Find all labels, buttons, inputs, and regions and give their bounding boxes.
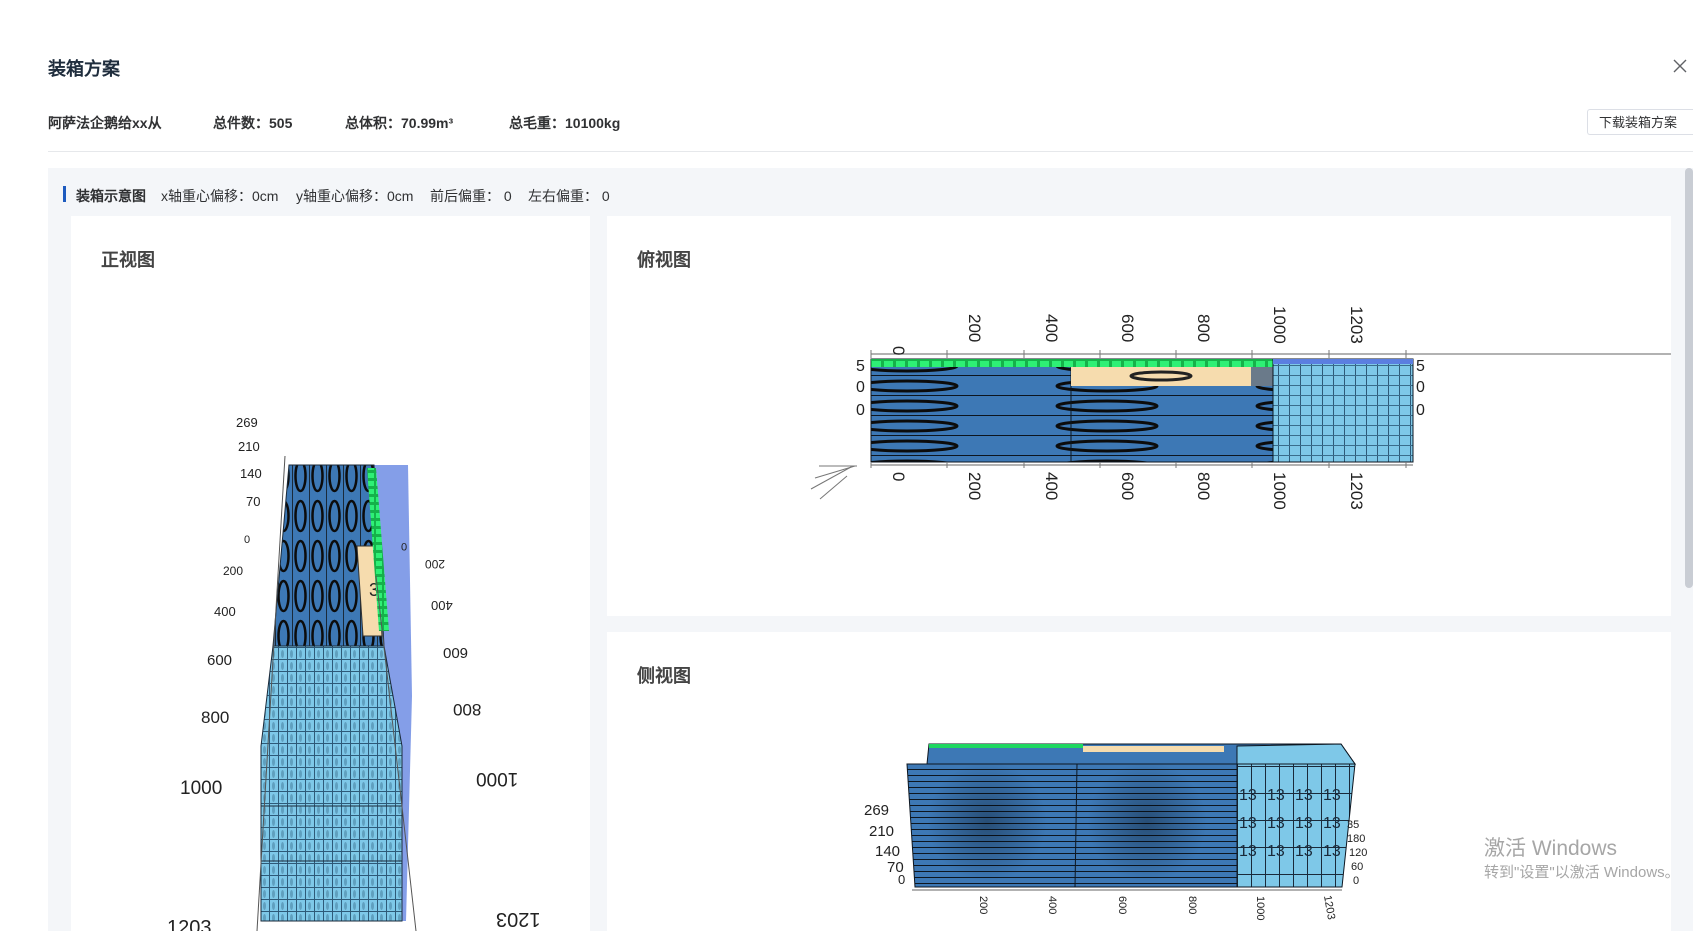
watermark-line-2: 转到"设置"以激活 Windows。 xyxy=(1484,864,1680,881)
front-height-tick: 269 xyxy=(236,415,258,430)
side-view-diagram[interactable]: 13 13 13 13 13 13 13 13 13 13 13 13 269 … xyxy=(607,632,1671,931)
side-width-tick: 60 xyxy=(1351,861,1363,873)
front-length-tick-right: 800 xyxy=(453,700,481,719)
side-length-tick: 1203 xyxy=(1321,894,1337,920)
top-length-tick: 600 xyxy=(1118,314,1137,342)
side-width-tick: 120 xyxy=(1349,847,1367,859)
total-weight: 总毛重：10100kg xyxy=(509,115,621,131)
carton-label: 13 xyxy=(1267,843,1285,860)
top-length-tick: 800 xyxy=(1194,314,1213,342)
front-length-tick-left: 800 xyxy=(201,708,229,727)
top-length-tick-bottom: 1203 xyxy=(1347,472,1366,510)
front-length-tick-left: 600 xyxy=(207,652,232,669)
top-length-tick: 1203 xyxy=(1347,306,1366,344)
carton-label: 13 xyxy=(1239,787,1257,804)
side-length-tick: 600 xyxy=(1116,896,1128,914)
x-offset: x轴重心偏移：0cm xyxy=(161,188,279,204)
carton-label: 13 xyxy=(1295,843,1313,860)
front-length-tick-left: 0 xyxy=(244,534,250,546)
side-length-tick: 800 xyxy=(1186,896,1198,914)
carton-label: 13 xyxy=(1239,815,1257,832)
divider xyxy=(48,151,1693,152)
side-height-tick: 269 xyxy=(864,802,889,819)
front-view-diagram[interactable]: 3 269 210 140 70 0 200 400 600 800 1000 … xyxy=(71,216,590,931)
top-width-tick-left: 0 xyxy=(856,379,865,396)
scrollbar[interactable] xyxy=(1685,168,1693,588)
side-width-tick: 35 xyxy=(1347,819,1359,831)
carton-label: 13 xyxy=(1323,787,1341,804)
carton-label: 13 xyxy=(1295,815,1313,832)
carton-label: 13 xyxy=(1267,815,1285,832)
front-length-tick-right: 600 xyxy=(443,644,468,661)
download-plan-button[interactable]: 下载装箱方案 xyxy=(1587,109,1693,135)
side-view-card: 侧视图 13 13 13 13 13 13 13 13 13 13 13 13 … xyxy=(607,632,1671,931)
front-back-weight: 前后偏重： 0 xyxy=(430,188,512,204)
front-height-tick: 70 xyxy=(246,494,260,509)
top-length-tick-bottom: 1000 xyxy=(1270,472,1289,510)
front-length-tick-right: 1000 xyxy=(476,768,518,789)
front-length-tick-right: 0 xyxy=(401,540,407,552)
side-height-tick: 0 xyxy=(898,872,905,887)
top-width-tick-right: 5 xyxy=(1416,358,1425,375)
front-length-tick-right: 1203 xyxy=(496,908,541,930)
diagram-title: 装箱示意图 xyxy=(76,188,146,204)
side-width-tick: 180 xyxy=(1347,833,1365,845)
top-length-tick: 1000 xyxy=(1270,306,1289,344)
top-width-tick-left: 0 xyxy=(856,402,865,419)
side-length-tick: 400 xyxy=(1046,896,1058,914)
front-length-tick-right: 200 xyxy=(425,557,445,571)
carton-label: 13 xyxy=(1323,843,1341,860)
side-length-tick: 1000 xyxy=(1254,896,1266,920)
carton-label: 13 xyxy=(1267,787,1285,804)
top-length-tick: 200 xyxy=(965,314,984,342)
side-height-tick: 140 xyxy=(875,843,900,860)
carton-label: 13 xyxy=(1323,815,1341,832)
front-length-tick-left: 200 xyxy=(223,564,243,578)
side-length-tick: 200 xyxy=(977,896,989,914)
carton-label: 13 xyxy=(1295,787,1313,804)
front-height-tick: 210 xyxy=(238,439,260,454)
top-width-tick-right: 0 xyxy=(1416,379,1425,396)
front-height-tick: 140 xyxy=(240,466,262,481)
top-length-tick: 0 xyxy=(889,346,908,355)
top-width-tick-right: 0 xyxy=(1416,402,1425,419)
customer-name: 阿萨法企鹅给xx从 xyxy=(48,115,162,131)
top-length-tick-bottom: 800 xyxy=(1194,472,1213,500)
carton-label: 13 xyxy=(1239,843,1257,860)
front-length-tick-left: 1000 xyxy=(180,778,222,799)
close-icon[interactable] xyxy=(1672,58,1688,74)
dialog-title: 装箱方案 xyxy=(48,59,120,79)
watermark-line-1: 激活 Windows xyxy=(1484,837,1618,860)
total-count: 总件数：505 xyxy=(213,115,293,131)
windows-activation-watermark: 激活 Windows 转到"设置"以激活 Windows。 xyxy=(1484,836,1680,884)
front-length-tick-left: 400 xyxy=(214,604,236,619)
y-offset: y轴重心偏移：0cm xyxy=(296,188,414,204)
top-length-tick-bottom: 200 xyxy=(965,472,984,500)
total-volume: 总体积：70.99m³ xyxy=(345,115,454,131)
section-marker xyxy=(63,186,66,202)
front-length-tick-right: 400 xyxy=(431,598,453,613)
side-height-tick: 210 xyxy=(869,823,894,840)
top-length-tick: 400 xyxy=(1042,314,1061,342)
side-width-tick: 0 xyxy=(1353,875,1359,887)
top-length-tick-bottom: 400 xyxy=(1042,472,1061,500)
top-width-tick-left: 5 xyxy=(856,358,865,375)
top-view-diagram[interactable]: 0 200 400 600 800 1000 1203 0 200 400 60… xyxy=(607,216,1671,616)
top-length-tick-bottom: 600 xyxy=(1118,472,1137,500)
front-view-card: 正视图 3 269 210 140 70 0 200 400 600 800 1… xyxy=(71,216,590,931)
front-length-tick-left: 1203 xyxy=(167,917,212,931)
top-length-tick-bottom: 0 xyxy=(889,472,908,481)
top-view-card: 俯视图 0 200 400 600 800 1000 1203 0 200 40… xyxy=(607,216,1671,616)
left-right-weight: 左右偏重： 0 xyxy=(528,188,610,204)
